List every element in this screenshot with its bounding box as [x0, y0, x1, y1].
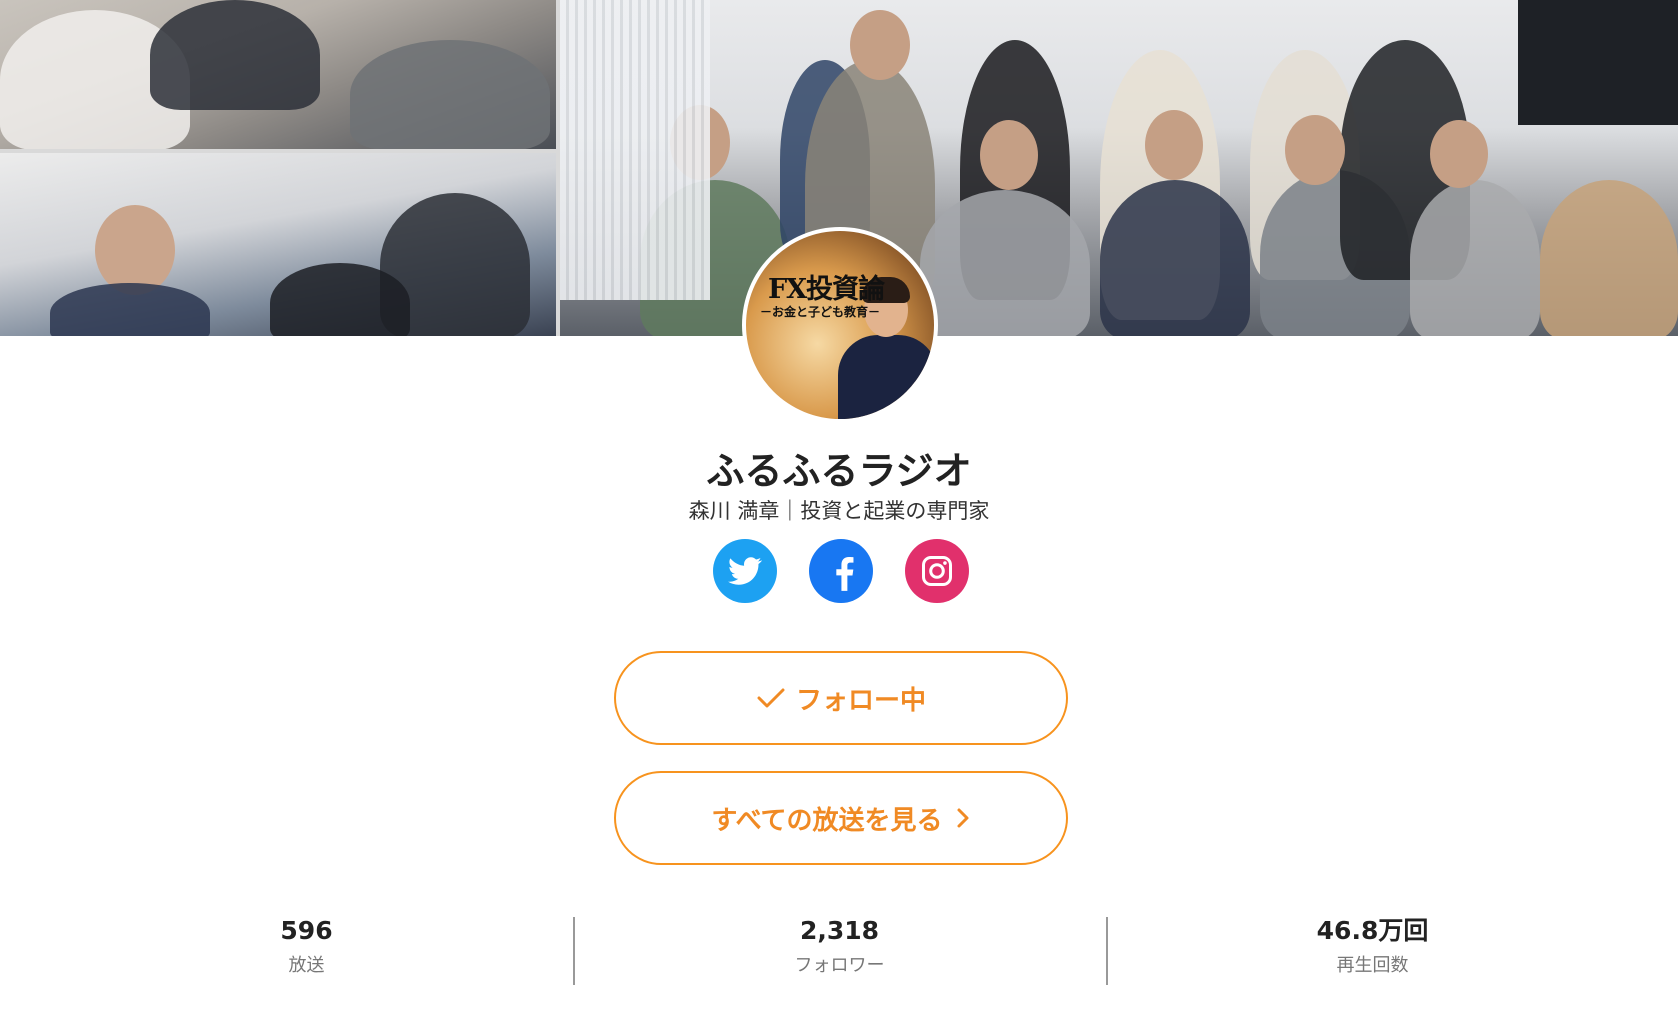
avatar-subtitle: －お金と子ども教育－: [760, 305, 881, 319]
stat-label: 放送: [288, 955, 325, 976]
checkmark-icon: [756, 686, 786, 710]
twitter-link[interactable]: [713, 539, 777, 603]
stat-label: 再生回数: [1336, 955, 1409, 976]
stat-value: 596: [280, 916, 333, 945]
facebook-icon: [836, 556, 854, 591]
stat-label: フォロワー: [794, 955, 885, 976]
chevron-right-icon: [955, 806, 971, 830]
instagram-icon: [922, 556, 952, 586]
channel-name: ふるふるラジオ: [706, 449, 972, 493]
profile-page: FX投資論 －お金と子ども教育－ ふるふるラジオ 森川 満章｜投資と起業の専門家: [0, 0, 1678, 1024]
view-all-broadcasts-label: すべての放送を見る: [711, 805, 943, 836]
header-photo-meeting: [0, 0, 556, 149]
view-all-broadcasts-button[interactable]: すべての放送を見る: [614, 771, 1068, 865]
stat-value: 46.8万回: [1316, 916, 1429, 945]
following-button-label: フォロー中: [795, 685, 926, 716]
channel-avatar: FX投資論 －お金と子ども教育－: [742, 227, 938, 423]
header-photo-group: [560, 0, 1678, 336]
stat-followers: 2,318 フォロワー: [573, 915, 1106, 977]
social-links: [713, 539, 969, 603]
instagram-link[interactable]: [905, 539, 969, 603]
following-button[interactable]: フォロー中: [614, 651, 1068, 745]
channel-subtitle: 森川 満章｜投資と起業の専門家: [688, 499, 990, 523]
twitter-icon: [728, 557, 762, 585]
header-photo-discussion: [0, 153, 556, 336]
stat-value: 2,318: [799, 916, 880, 945]
stat-plays: 46.8万回 再生回数: [1106, 915, 1639, 977]
avatar-title: FX投資論: [768, 274, 885, 305]
channel-stats: 596 放送 2,318 フォロワー 46.8万回 再生回数: [40, 915, 1640, 985]
stat-broadcasts: 596 放送: [40, 915, 573, 977]
facebook-link[interactable]: [809, 539, 873, 603]
